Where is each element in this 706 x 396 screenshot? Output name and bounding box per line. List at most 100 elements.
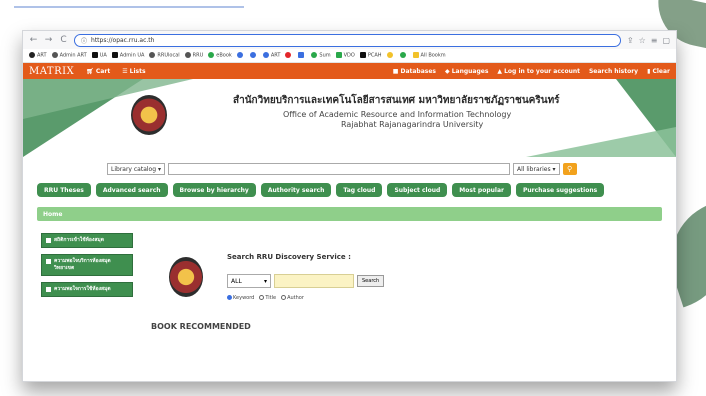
browser-actions: ⇪ ☆ ≡ ▢: [627, 36, 670, 45]
banner-decoration: [526, 127, 676, 157]
cart-link[interactable]: 🛒︎ Cart: [86, 68, 110, 75]
sidebar-item-statistics[interactable]: สถิติการเข้าใช้ห้องสมุด: [41, 233, 133, 248]
tab-advanced-search[interactable]: Advanced search: [95, 183, 168, 197]
bookmark-item[interactable]: [249, 52, 258, 59]
breadcrumb-home[interactable]: Home: [43, 211, 62, 218]
bookmark-icon: [311, 52, 318, 59]
banner-decoration: [23, 79, 193, 119]
tab-purchase-suggestions[interactable]: Purchase suggestions: [515, 183, 605, 197]
radio-icon: [259, 295, 265, 300]
bookmark-item[interactable]: RRUlocal: [149, 52, 180, 59]
discovery-field-select[interactable]: ALL ▾: [227, 274, 271, 288]
breadcrumb: Home: [37, 207, 662, 221]
bookmark-item[interactable]: VDO: [335, 52, 355, 59]
bookmark-item[interactable]: [285, 52, 293, 59]
chart-icon: [46, 287, 51, 292]
radio-title[interactable]: Title: [259, 295, 276, 301]
discovery-search-input[interactable]: [274, 274, 354, 288]
top-navbar: MATRIX 🛒︎ Cart ☰ Lists ■ Databases ◆ Lan…: [23, 63, 676, 79]
search-button[interactable]: ⚲: [562, 163, 577, 175]
folder-icon: [412, 52, 419, 59]
share-icon[interactable]: ⇪: [627, 36, 634, 45]
sidebar: สถิติการเข้าใช้ห้องสมุด ความพอใจบริการห้…: [41, 233, 133, 303]
chart-icon: [46, 259, 51, 264]
tab-tag-cloud[interactable]: Tag cloud: [336, 183, 383, 197]
bookmark-item[interactable]: UA: [91, 52, 107, 59]
bookmark-icon: [335, 52, 342, 59]
top-link-line: [14, 6, 244, 8]
tab-rru-theses[interactable]: RRU Theses: [37, 183, 91, 197]
extensions-icon[interactable]: ≡: [651, 36, 658, 45]
university-name-english: Rajabhat Rajanagarindra University: [341, 120, 484, 129]
bookmark-icon: [29, 52, 35, 59]
globe-icon: ◆: [445, 67, 452, 75]
chevron-down-icon: ▾: [552, 165, 556, 173]
discovery-search-options: Keyword Title Author: [227, 295, 304, 301]
browser-window: ← → C ⓘ https://opac.rru.ac.th ⇪ ☆ ≡ ▢ A…: [22, 30, 677, 382]
search-history-link[interactable]: Search history: [589, 68, 638, 75]
university-seal: [169, 257, 203, 297]
bookmarks-bar: ART Admin ART UA Admin UA RRUlocal RRU e…: [23, 49, 676, 63]
forward-icon[interactable]: →: [44, 35, 53, 45]
tab-authority-search[interactable]: Authority search: [260, 183, 332, 197]
back-icon[interactable]: ←: [29, 35, 38, 45]
university-seal: [131, 95, 167, 135]
book-recommended-heading: BOOK RECOMMENDED: [151, 322, 251, 331]
bookmark-icon: [91, 52, 98, 59]
login-link[interactable]: ▲ Log in to your account: [497, 68, 580, 75]
chart-icon: [46, 238, 51, 243]
bookmark-item[interactable]: [386, 52, 395, 59]
reload-icon[interactable]: C: [59, 35, 68, 45]
discovery-search-button[interactable]: Search: [357, 275, 385, 287]
bookmark-item[interactable]: [399, 52, 408, 59]
bookmark-icon: [298, 52, 305, 59]
feature-tabs: RRU Theses Advanced search Browse by hie…: [23, 181, 676, 199]
bookmark-item[interactable]: [298, 52, 306, 59]
bookmark-icon: [399, 52, 406, 59]
window-icon[interactable]: ▢: [662, 36, 670, 45]
clear-link[interactable]: ▮ Clear: [647, 68, 670, 75]
bookmark-item[interactable]: Admin UA: [111, 52, 144, 59]
bookmark-item[interactable]: PCAH: [359, 52, 382, 59]
bookmark-item[interactable]: All Bookm: [412, 52, 446, 59]
bookmark-icon: [249, 52, 256, 59]
header-banner: สำนักวิทยบริการและเทคโนโลยีสารสนเทศ มหาว…: [23, 79, 676, 157]
radio-keyword[interactable]: Keyword: [227, 295, 254, 301]
discovery-search-row: ALL ▾ Search: [227, 274, 385, 288]
sidebar-item-usage-satisfaction[interactable]: ความพอใจการใช้ห้องสมุด: [41, 282, 133, 297]
bookmark-icon: [149, 52, 156, 59]
matrix-logo[interactable]: MATRIX: [29, 66, 74, 77]
catalog-select[interactable]: Library catalog ▾: [107, 163, 165, 175]
org-name-english: Office of Academic Resource and Informat…: [283, 110, 512, 119]
bookmark-icon: [386, 52, 393, 59]
tab-most-popular[interactable]: Most popular: [452, 183, 511, 197]
tab-browse-hierarchy[interactable]: Browse by hierarchy: [172, 183, 256, 197]
bookmark-item[interactable]: ART: [29, 52, 47, 59]
radio-selected-icon: [227, 295, 232, 300]
org-name-thai: สำนักวิทยบริการและเทคโนโลยีสารสนเทศ มหาว…: [233, 95, 560, 106]
languages-link[interactable]: ◆ Languages: [445, 68, 488, 75]
catalog-search-row: Library catalog ▾ All libraries ▾ ⚲: [23, 157, 676, 181]
databases-link[interactable]: ■ Databases: [393, 68, 436, 75]
cart-icon: 🛒︎: [86, 67, 96, 75]
info-icon: ⓘ: [81, 37, 88, 45]
bookmark-item[interactable]: ART: [262, 52, 280, 59]
bookmark-item[interactable]: Sum: [311, 52, 331, 59]
bookmark-icon: [111, 52, 118, 59]
radio-author[interactable]: Author: [281, 295, 304, 301]
list-icon: ☰: [122, 67, 130, 75]
chevron-down-icon: ▾: [263, 277, 267, 285]
sidebar-item-campus-satisfaction[interactable]: ความพอใจบริการห้องสมุดวิทยาเขต: [41, 254, 133, 276]
url-field[interactable]: ⓘ https://opac.rru.ac.th: [74, 33, 621, 47]
bookmark-item[interactable]: [236, 52, 245, 59]
address-bar: ← → C ⓘ https://opac.rru.ac.th ⇪ ☆ ≡ ▢: [23, 31, 676, 49]
star-icon[interactable]: ☆: [639, 36, 646, 45]
bookmark-item[interactable]: eBook: [208, 52, 232, 59]
bookmark-item[interactable]: RRU: [184, 52, 203, 59]
libraries-select[interactable]: All libraries ▾: [512, 163, 560, 175]
lists-link[interactable]: ☰ Lists: [122, 68, 145, 75]
tab-subject-cloud[interactable]: Subject cloud: [387, 183, 448, 197]
bookmark-icon: [208, 52, 215, 59]
bookmark-item[interactable]: Admin ART: [51, 52, 87, 59]
catalog-search-input[interactable]: [167, 163, 510, 175]
